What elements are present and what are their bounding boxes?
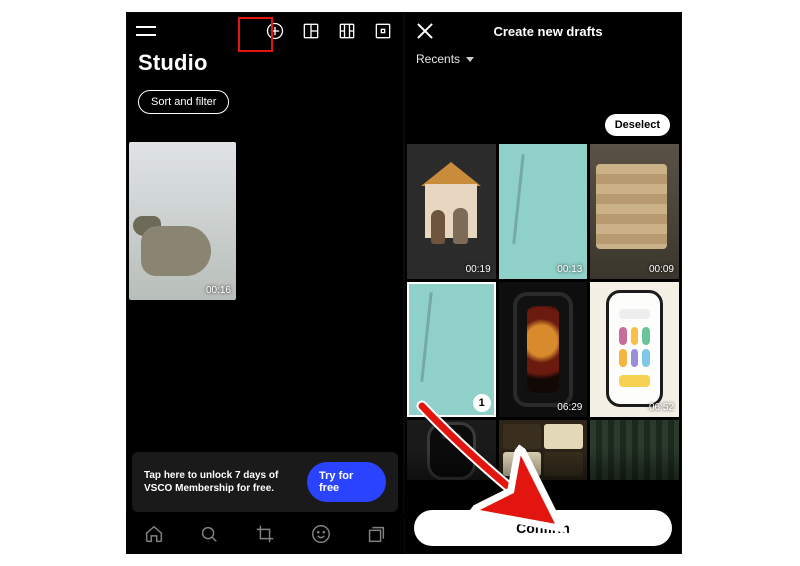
sort-filter-button[interactable]: Sort and filter [138,90,229,114]
nav-search[interactable] [198,523,220,545]
promo-text: Tap here to unlock 7 days of VSCO Member… [144,469,299,495]
page-title-row: Studio [126,46,404,84]
collage-icon [301,21,321,41]
top-bar [126,12,404,46]
nav-profile[interactable] [365,523,387,545]
nav-studio[interactable] [254,523,276,545]
stack-icon [365,523,387,545]
nav-home[interactable] [143,523,165,545]
confirm-button[interactable]: Confirm [414,510,672,546]
add-button[interactable] [264,20,286,42]
media-tile[interactable] [590,420,679,480]
try-for-free-button[interactable]: Try for free [307,462,386,502]
thumb-art [141,226,211,276]
selection-badge: 1 [473,394,491,412]
media-tile-selected[interactable]: 1 [407,282,496,417]
filmstrip-icon [337,21,357,41]
media-tile[interactable]: 00:19 [407,144,496,279]
membership-promo[interactable]: Tap here to unlock 7 days of VSCO Member… [132,452,398,512]
capture-button[interactable] [372,20,394,42]
chevron-down-icon [466,57,474,62]
media-tile[interactable]: 06:52 [590,282,679,417]
media-tile[interactable] [407,420,496,480]
album-picker[interactable]: Recents [404,46,682,70]
collage-button[interactable] [300,20,322,42]
close-button[interactable] [416,22,434,40]
phone-studio: Studio Sort and filter 00:16 Tap here to… [126,12,404,554]
tile-duration: 00:09 [649,264,674,275]
media-tile[interactable] [499,420,588,480]
crop-icon [254,523,276,545]
top-icon-row [264,20,394,42]
bottom-nav [126,514,404,554]
studio-draft-thumb[interactable]: 00:16 [129,142,236,300]
modal-header: Create new drafts [404,12,682,46]
album-label: Recents [416,52,460,66]
tutorial-stage: Studio Sort and filter 00:16 Tap here to… [0,0,800,566]
tile-duration: 06:29 [557,402,582,413]
thumb-duration: 00:16 [206,285,231,296]
media-tile[interactable]: 00:13 [499,144,588,279]
viewfinder-icon [373,21,393,41]
phone-pair: Studio Sort and filter 00:16 Tap here to… [126,12,682,554]
menu-icon[interactable] [136,24,156,38]
montage-button[interactable] [336,20,358,42]
media-grid: 00:19 00:13 00:09 1 06:29 [407,144,679,555]
deselect-button[interactable]: Deselect [605,114,670,136]
tile-duration: 00:13 [557,264,582,275]
media-tile[interactable]: 06:29 [499,282,588,417]
tile-duration: 00:19 [466,264,491,275]
phone-create-drafts: Create new drafts Recents Deselect 00:19… [404,12,682,554]
modal-title: Create new drafts [444,24,670,39]
tile-duration: 06:52 [649,402,674,413]
plus-circle-icon [265,21,285,41]
search-icon [198,523,220,545]
page-title: Studio [138,50,392,76]
nav-feed[interactable] [310,523,332,545]
home-icon [143,523,165,545]
media-tile[interactable]: 00:09 [590,144,679,279]
smiley-icon [310,523,332,545]
